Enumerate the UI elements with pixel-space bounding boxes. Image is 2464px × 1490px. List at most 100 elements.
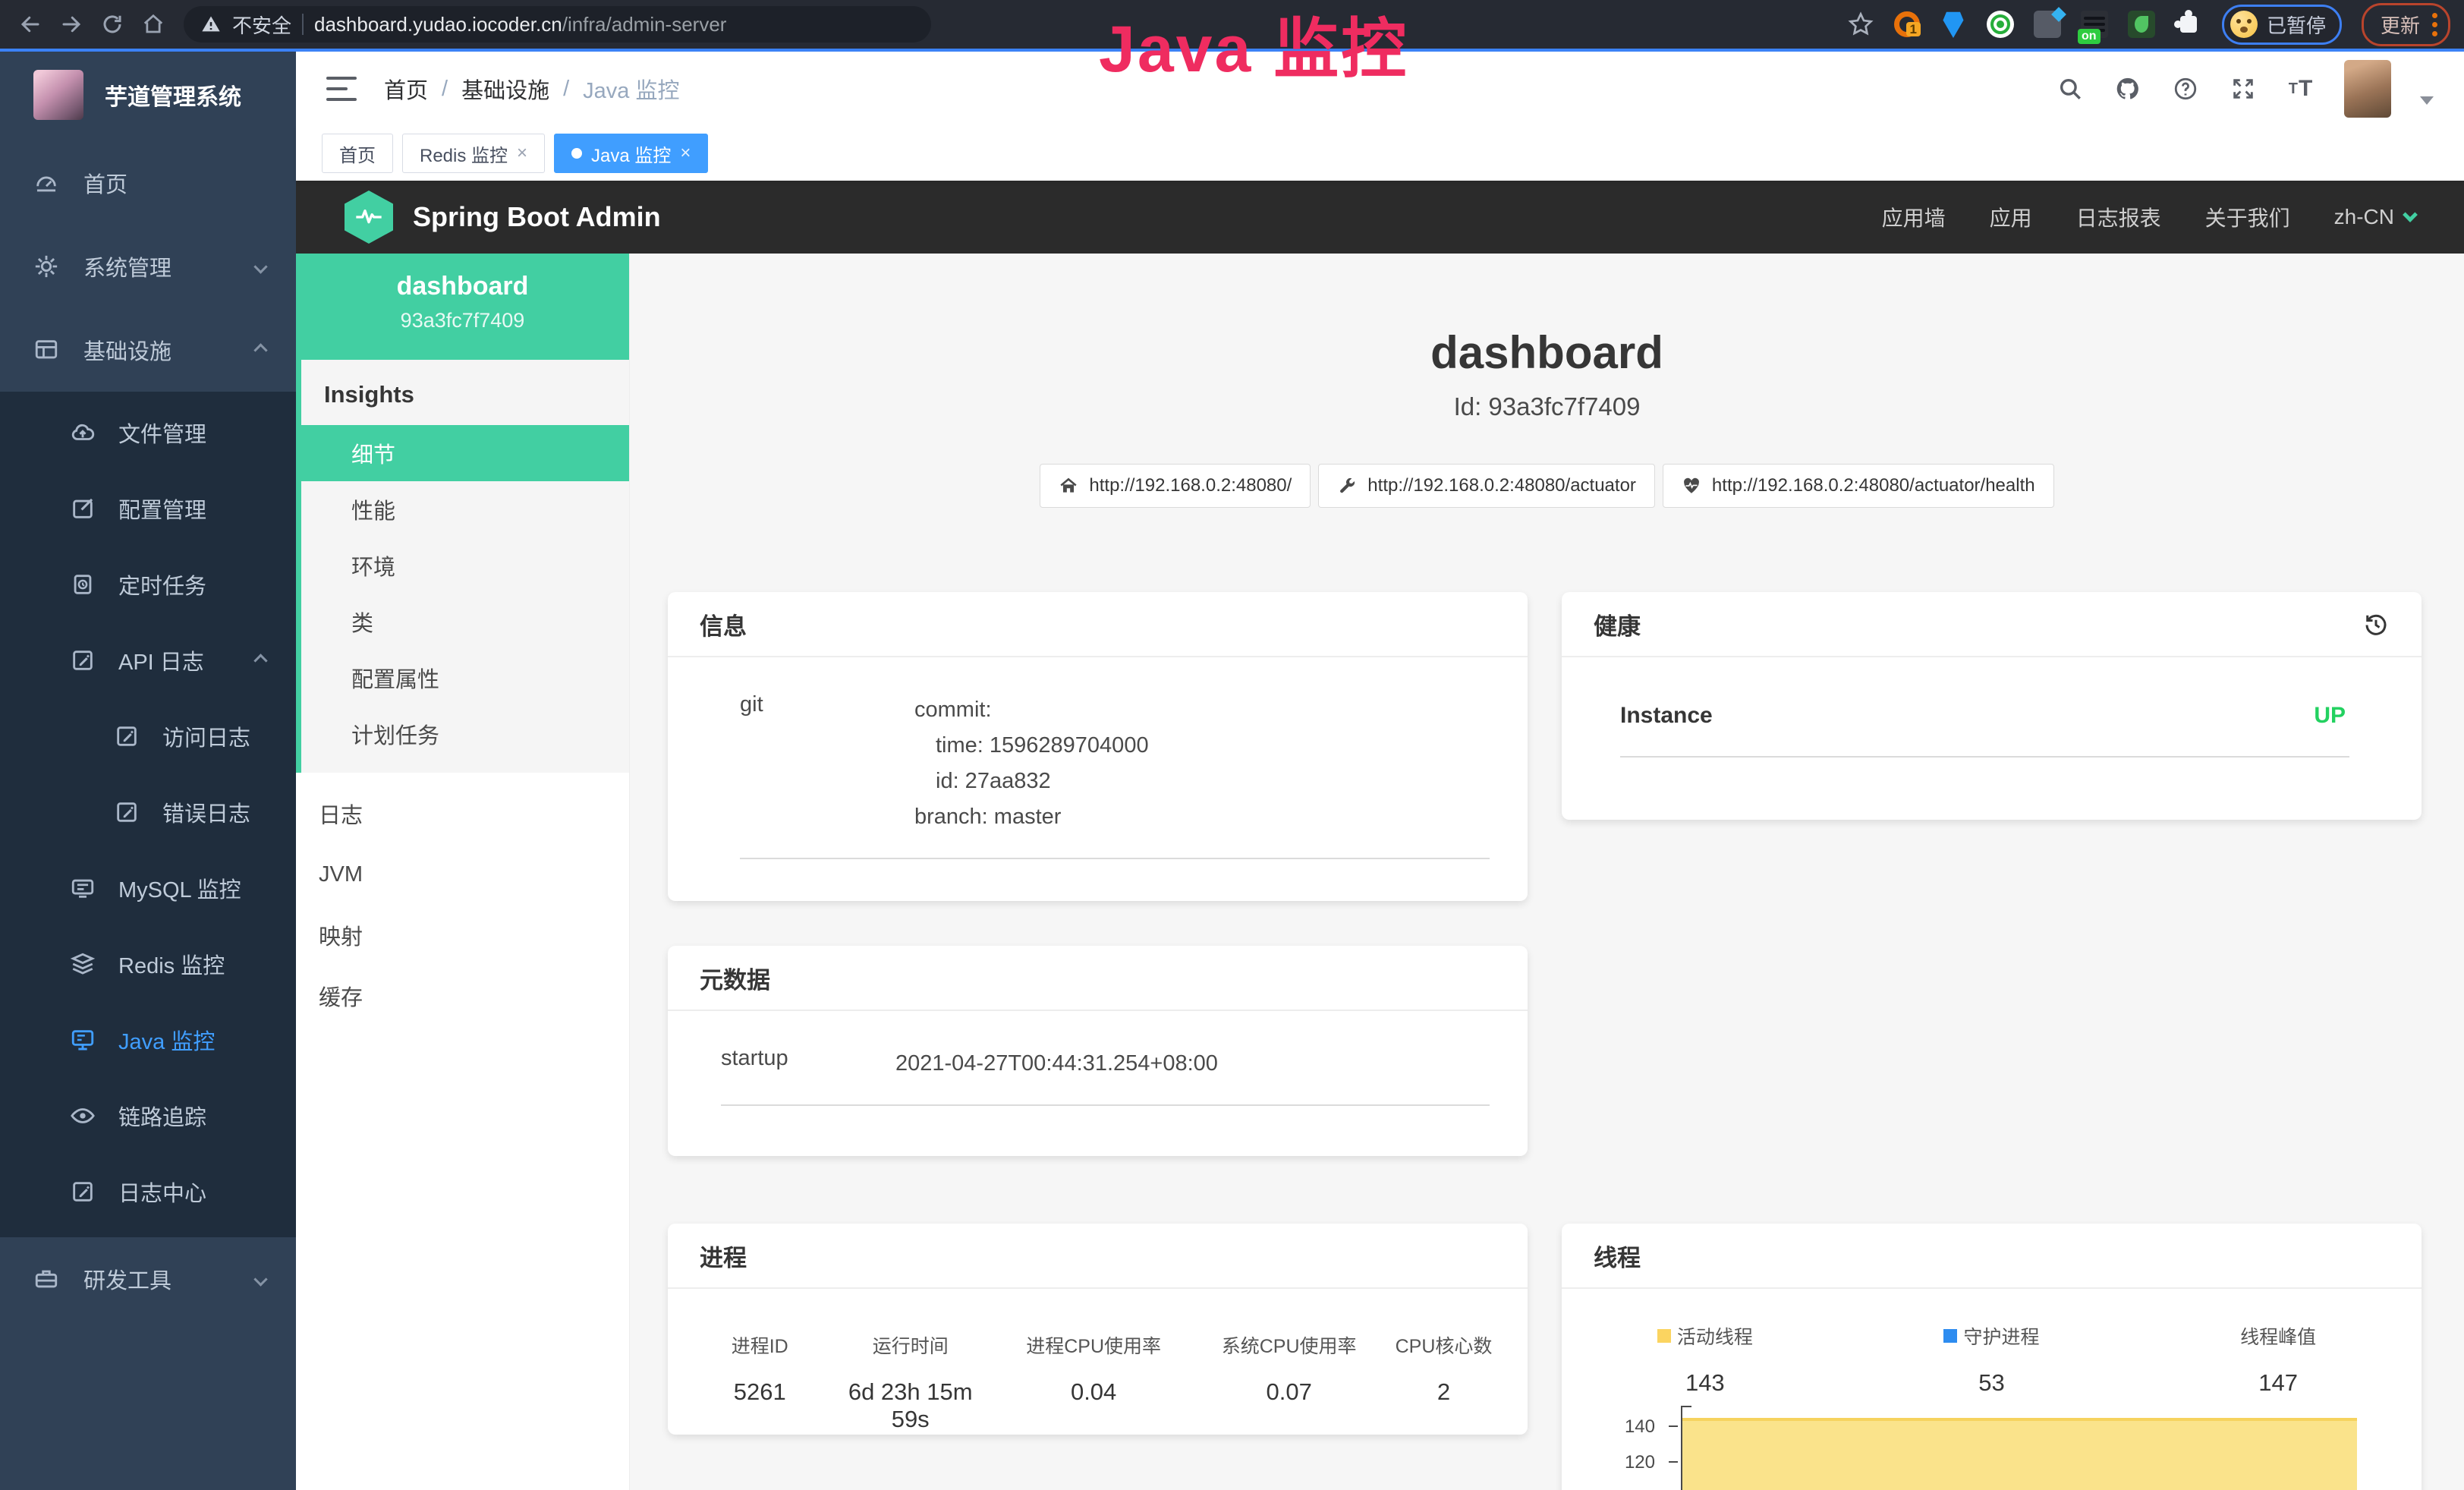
chevron-down-icon bbox=[253, 260, 267, 273]
github-icon[interactable] bbox=[2113, 74, 2142, 103]
extension-switch-icon[interactable]: on bbox=[2081, 11, 2108, 38]
sidebar-item-home[interactable]: 首页 bbox=[0, 141, 296, 225]
sba-locale-select[interactable]: zh-CN bbox=[2334, 205, 2415, 229]
breadcrumb-infra[interactable]: 基础设施 bbox=[461, 73, 549, 105]
help-icon[interactable] bbox=[2171, 74, 2200, 103]
sidebar-item-logcenter[interactable]: 日志中心 bbox=[0, 1154, 296, 1230]
reload-button[interactable] bbox=[96, 8, 129, 41]
legend-yellow-swatch bbox=[1657, 1329, 1671, 1343]
java-monitor-icon bbox=[70, 1027, 96, 1053]
metadata-startup-row: startup 2021-04-27T00:44:31.254+08:00 bbox=[668, 1011, 1528, 1082]
extension-badge: 1 bbox=[1906, 22, 1921, 36]
legend-daemon-threads: 守护进程 bbox=[1943, 1322, 2039, 1350]
collapse-sidebar-icon[interactable] bbox=[326, 77, 357, 101]
sba-nav-journal[interactable]: 日志报表 bbox=[2076, 202, 2161, 232]
paused-label: 已暂停 bbox=[2267, 11, 2326, 39]
legend-peak-threads: 线程峰值 bbox=[2240, 1322, 2316, 1350]
metadata-card-title: 元数据 bbox=[668, 946, 1528, 1011]
breadcrumb-home[interactable]: 首页 bbox=[384, 73, 428, 105]
close-icon[interactable]: × bbox=[680, 144, 691, 162]
process-value-uptime: 6d 23h 15m 59s bbox=[829, 1378, 992, 1433]
avatar-caret-icon[interactable] bbox=[2420, 96, 2434, 105]
sidebar-item-accesslog[interactable]: 访问日志 bbox=[0, 698, 296, 774]
extension-pin-icon[interactable] bbox=[1940, 11, 1967, 38]
back-button[interactable] bbox=[14, 8, 47, 41]
sidebar-item-mysql[interactable]: MySQL 监控 bbox=[0, 850, 296, 926]
user-avatar[interactable] bbox=[2344, 60, 2391, 118]
browser-menu-icon[interactable] bbox=[2432, 13, 2437, 36]
extension-leaf-icon[interactable] bbox=[2128, 11, 2155, 38]
daemon-threads-value: 53 bbox=[1849, 1369, 2135, 1397]
peak-threads-value: 147 bbox=[2135, 1369, 2422, 1397]
sba-menu-environment[interactable]: 环境 bbox=[301, 537, 629, 594]
search-icon[interactable] bbox=[2056, 74, 2085, 103]
instance-links: http://192.168.0.2:48080/ http://192.168… bbox=[630, 464, 2464, 508]
sba-menu-scheduledtasks[interactable]: 计划任务 bbox=[301, 706, 629, 762]
sidebar-item-file[interactable]: 文件管理 bbox=[0, 395, 296, 471]
instance-header[interactable]: dashboard 93a3fc7f7409 bbox=[296, 254, 629, 360]
status-badge: UP bbox=[2314, 703, 2346, 729]
process-table: 进程ID5261 运行时间6d 23h 15m 59s 进程CPU使用率0.04… bbox=[668, 1289, 1528, 1433]
header-actions: TT bbox=[2056, 60, 2434, 118]
sba-menu-caches[interactable]: 缓存 bbox=[296, 966, 629, 1026]
tag-view-bar: 首页 Redis 监控× Java 监控× bbox=[296, 126, 2464, 181]
sba-menu-logfile[interactable]: 日志 bbox=[296, 783, 629, 844]
sba-menu-metrics[interactable]: 性能 bbox=[301, 481, 629, 537]
sba-nav-about[interactable]: 关于我们 bbox=[2205, 202, 2290, 232]
forward-button[interactable] bbox=[55, 8, 88, 41]
sidebar-item-trace[interactable]: 链路追踪 bbox=[0, 1078, 296, 1154]
health-card: 健康 Instance UP bbox=[1562, 592, 2422, 820]
legend-live-threads: 活动线程 bbox=[1657, 1322, 1753, 1350]
extensions-puzzle-icon[interactable] bbox=[2175, 11, 2202, 38]
sba-menu-configprops[interactable]: 配置属性 bbox=[301, 650, 629, 706]
sidebar-item-job[interactable]: 定时任务 bbox=[0, 547, 296, 622]
sidebar-item-apilog[interactable]: API 日志 bbox=[0, 622, 296, 698]
url-text[interactable]: dashboard.yudao.iocoder.cn/infra/admin-s… bbox=[314, 13, 726, 36]
legend-blue-swatch bbox=[1943, 1329, 1957, 1343]
tab-home[interactable]: 首页 bbox=[322, 134, 393, 173]
process-card: 进程 进程ID5261 运行时间6d 23h 15m 59s 进程CPU使用率0… bbox=[668, 1224, 1528, 1435]
extension-colorzilla-icon[interactable]: 1 bbox=[1894, 11, 1920, 37]
chrome-update-button[interactable]: 更新 bbox=[2362, 3, 2450, 46]
address-bar[interactable]: 不安全 dashboard.yudao.iocoder.cn/infra/adm… bbox=[184, 6, 931, 43]
history-icon[interactable] bbox=[2362, 610, 2390, 638]
sba-menu-mappings[interactable]: 映射 bbox=[296, 905, 629, 966]
security-label[interactable]: 不安全 bbox=[232, 11, 291, 39]
sba-brand[interactable]: Spring Boot Admin bbox=[345, 191, 661, 244]
gear-icon bbox=[33, 254, 59, 279]
home-button[interactable] bbox=[137, 8, 170, 41]
sidebar-item-java[interactable]: Java 监控 bbox=[0, 1002, 296, 1078]
sba-main-content: dashboard Id: 93a3fc7f7409 http://192.16… bbox=[630, 254, 2464, 1490]
profile-paused-badge[interactable]: 已暂停 bbox=[2222, 5, 2342, 45]
sidebar-item-system[interactable]: 系统管理 bbox=[0, 225, 296, 308]
sidebar-item-redis[interactable]: Redis 监控 bbox=[0, 926, 296, 1002]
tab-java-monitor[interactable]: Java 监控× bbox=[554, 134, 708, 173]
sba-nav-applications[interactable]: 应用 bbox=[1990, 202, 2032, 232]
extension-green-icon[interactable] bbox=[1987, 11, 2014, 38]
sidebar-item-errorlog[interactable]: 错误日志 bbox=[0, 774, 296, 850]
sba-menu-jvm[interactable]: JVM bbox=[296, 844, 629, 905]
sidebar-item-devtools[interactable]: 研发工具 bbox=[0, 1237, 296, 1321]
threads-stats: 活动线程143 守护进程53 线程峰值147 bbox=[1562, 1289, 2422, 1397]
sba-navbar: Spring Boot Admin 应用墙 应用 日志报表 关于我们 zh-CN bbox=[296, 181, 2464, 254]
threads-chart: 140 120 100 bbox=[1596, 1406, 2380, 1490]
app-logo-row[interactable]: 芋道管理系统 bbox=[0, 49, 296, 141]
live-threads-area bbox=[1682, 1418, 2357, 1490]
service-url-button[interactable]: http://192.168.0.2:48080/ bbox=[1040, 464, 1311, 508]
health-instance-row[interactable]: Instance UP bbox=[1562, 657, 2422, 729]
health-url-button[interactable]: http://192.168.0.2:48080/actuator/health bbox=[1663, 464, 2054, 508]
sidebar-item-infra[interactable]: 基础设施 bbox=[0, 308, 296, 392]
close-icon[interactable]: × bbox=[517, 144, 527, 162]
sba-nav-wallboard[interactable]: 应用墙 bbox=[1882, 202, 1946, 232]
process-value-sys-cpu: 0.07 bbox=[1195, 1378, 1383, 1406]
actuator-url-button[interactable]: http://192.168.0.2:48080/actuator bbox=[1318, 464, 1655, 508]
sba-menu-details[interactable]: 细节 bbox=[301, 425, 629, 481]
bookmark-star-icon[interactable] bbox=[1847, 11, 1874, 38]
instance-name: dashboard bbox=[296, 272, 629, 301]
sba-menu-classes[interactable]: 类 bbox=[301, 594, 629, 650]
font-size-icon[interactable]: TT bbox=[2286, 74, 2315, 103]
fullscreen-icon[interactable] bbox=[2229, 74, 2258, 103]
extension-grid-icon[interactable] bbox=[2034, 11, 2061, 38]
sidebar-item-config[interactable]: 配置管理 bbox=[0, 471, 296, 547]
tab-redis-monitor[interactable]: Redis 监控× bbox=[402, 134, 545, 173]
